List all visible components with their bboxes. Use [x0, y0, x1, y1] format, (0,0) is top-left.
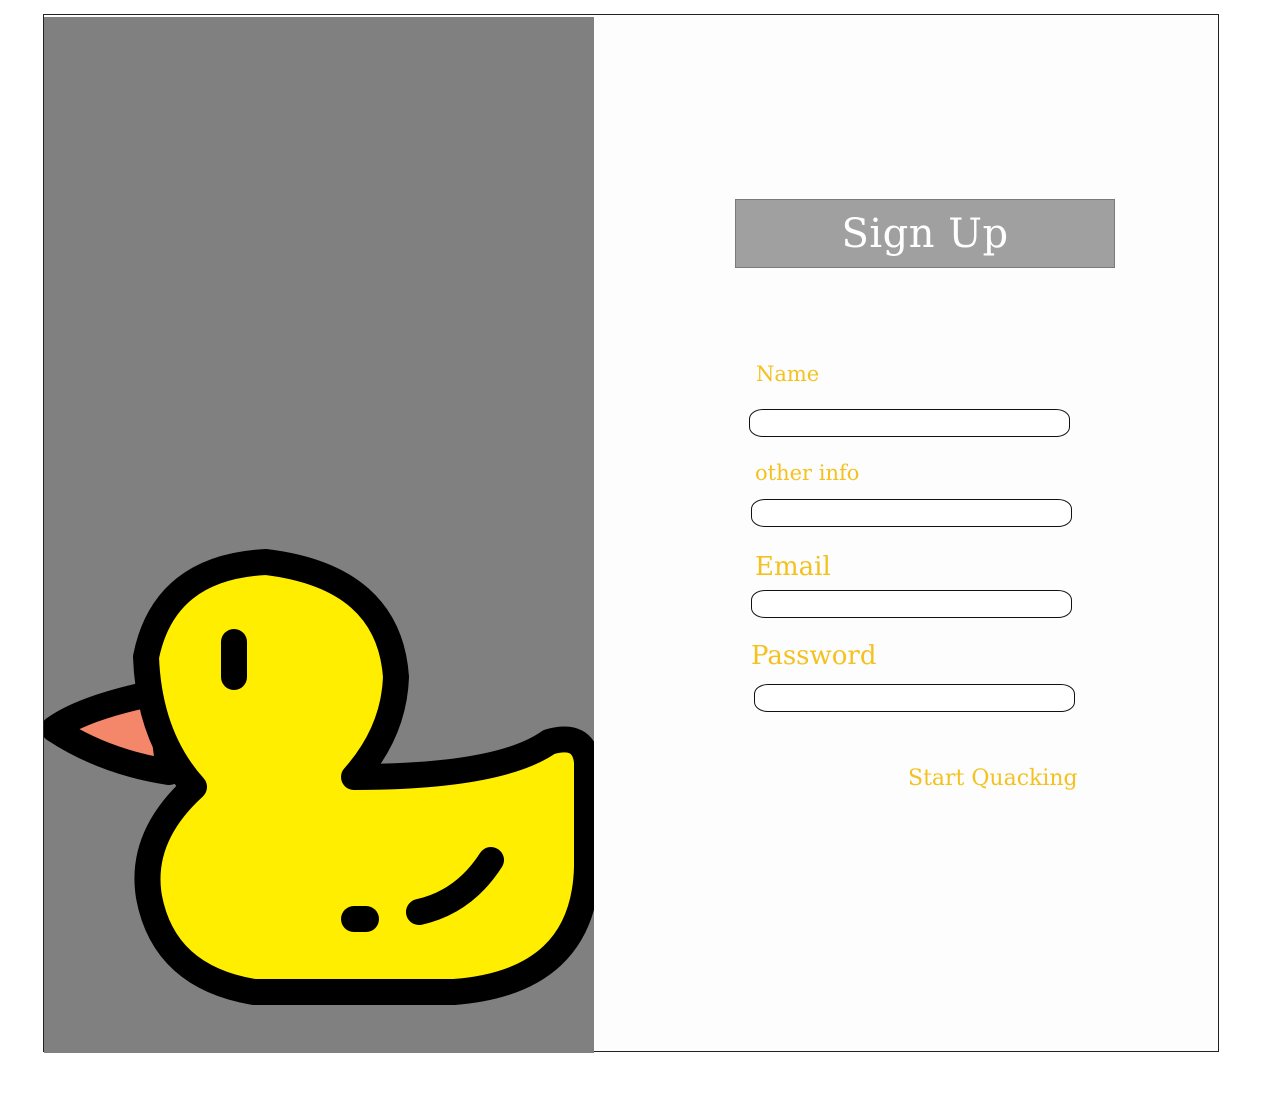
- password-input[interactable]: [754, 684, 1075, 712]
- illustration-panel: [44, 17, 594, 1053]
- email-input[interactable]: [751, 590, 1072, 618]
- name-input[interactable]: [749, 409, 1070, 437]
- password-label: Password: [751, 641, 877, 671]
- email-label: Email: [755, 552, 831, 582]
- other-info-label: other info: [755, 461, 860, 485]
- start-quacking-button[interactable]: Start Quacking: [908, 766, 1078, 791]
- signup-header: Sign Up: [735, 199, 1115, 268]
- other-info-input[interactable]: [751, 499, 1072, 527]
- page-title: Sign Up: [841, 210, 1009, 257]
- duck-icon: [44, 549, 594, 1005]
- name-label: Name: [756, 362, 820, 386]
